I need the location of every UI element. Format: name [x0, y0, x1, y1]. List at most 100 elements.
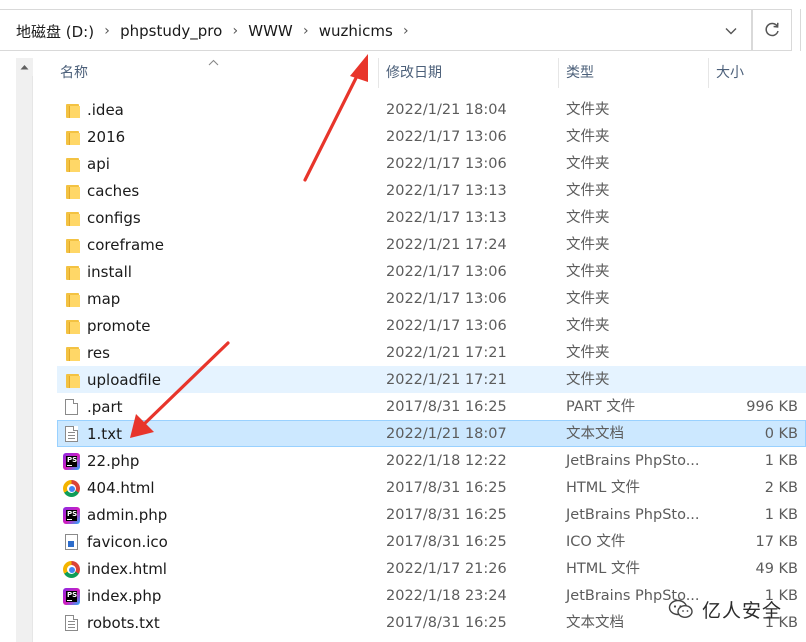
- file-row[interactable]: 2016 2022/1/17 13:06 文件夹: [57, 123, 806, 150]
- file-type: 文件夹: [566, 291, 610, 307]
- file-type: 文件夹: [566, 156, 610, 172]
- folder-icon: [63, 237, 81, 253]
- folder-icon: [63, 210, 81, 226]
- file-size: 996 KB: [746, 399, 798, 415]
- file-type: HTML 文件: [566, 561, 640, 577]
- chevron-right-icon[interactable]: ›: [293, 23, 319, 39]
- vertical-scrollbar[interactable]: [16, 58, 33, 642]
- folder-icon: [63, 345, 81, 361]
- file-modified-date: 2022/1/18 23:24: [386, 588, 507, 604]
- file-row[interactable]: favicon.ico 2017/8/31 16:25 ICO 文件 17 KB: [57, 528, 806, 555]
- chevron-right-icon[interactable]: ›: [393, 23, 419, 39]
- column-divider[interactable]: [378, 58, 379, 88]
- file-name: admin.php: [87, 506, 168, 524]
- file-type: 文件夹: [566, 183, 610, 199]
- breadcrumb-wuzhicms[interactable]: wuzhicms: [319, 22, 393, 40]
- file-size: 49 KB: [755, 561, 798, 577]
- file-row[interactable]: api 2022/1/17 13:06 文件夹: [57, 150, 806, 177]
- folder-icon: [63, 372, 81, 388]
- file-name: favicon.ico: [87, 533, 168, 551]
- file-row[interactable]: configs 2022/1/17 13:13 文件夹: [57, 204, 806, 231]
- file-type: JetBrains PhpSto...: [566, 507, 700, 523]
- chevron-down-icon[interactable]: [721, 10, 741, 52]
- search-box-edge[interactable]: [800, 9, 806, 51]
- file-row[interactable]: install 2022/1/17 13:06 文件夹: [57, 258, 806, 285]
- file-row[interactable]: .part 2017/8/31 16:25 PART 文件 996 KB: [57, 393, 806, 420]
- breadcrumb-www[interactable]: WWW: [248, 22, 293, 40]
- refresh-button[interactable]: [752, 9, 792, 51]
- file-modified-date: 2017/8/31 16:25: [386, 399, 507, 415]
- file-modified-date: 2022/1/17 13:06: [386, 264, 507, 280]
- file-name: 1.txt: [87, 425, 122, 443]
- file-modified-date: 2022/1/21 18:04: [386, 102, 507, 118]
- file-modified-date: 2017/8/31 16:25: [386, 534, 507, 550]
- file-name: install: [87, 263, 132, 281]
- file-type: 文本文档: [566, 615, 624, 631]
- file-row[interactable]: 1.txt 2022/1/21 18:07 文本文档 0 KB: [57, 420, 806, 447]
- file-type: ICO 文件: [566, 534, 626, 550]
- file-type: 文件夹: [566, 318, 610, 334]
- file-row[interactable]: map 2022/1/17 13:06 文件夹: [57, 285, 806, 312]
- watermark-text: 亿人安全: [702, 599, 783, 622]
- file-name: res: [87, 344, 110, 362]
- file-modified-date: 2022/1/21 17:21: [386, 345, 507, 361]
- file-type: JetBrains PhpSto...: [566, 453, 700, 469]
- file-row[interactable]: .idea 2022/1/21 18:04 文件夹: [57, 96, 806, 123]
- file-row[interactable]: coreframe 2022/1/21 17:24 文件夹: [57, 231, 806, 258]
- file-name: .idea: [87, 101, 124, 119]
- column-name-header[interactable]: 名称: [60, 58, 88, 88]
- file-row[interactable]: caches 2022/1/17 13:13 文件夹: [57, 177, 806, 204]
- phpstorm-icon: PS: [63, 588, 81, 605]
- wechat-icon: [668, 599, 693, 619]
- file-explorer-window: 地磁盘 (D:) › phpstudy_pro › WWW › wuzhicms…: [0, 0, 806, 642]
- column-type-header[interactable]: 类型: [566, 58, 594, 88]
- file-type: 文件夹: [566, 345, 610, 361]
- file-modified-date: 2017/8/31 16:25: [386, 615, 507, 631]
- address-bar[interactable]: 地磁盘 (D:) › phpstudy_pro › WWW › wuzhicms…: [0, 9, 752, 51]
- column-divider[interactable]: [558, 58, 559, 88]
- chevron-right-icon[interactable]: ›: [94, 23, 120, 39]
- file-type: 文本文档: [566, 426, 624, 442]
- file-size: 0 KB: [764, 426, 798, 442]
- breadcrumb-phpstudy[interactable]: phpstudy_pro: [120, 22, 222, 40]
- chevron-right-icon[interactable]: ›: [222, 23, 248, 39]
- text-file-icon: [63, 426, 81, 442]
- breadcrumb: 地磁盘 (D:) › phpstudy_pro › WWW › wuzhicms…: [16, 10, 419, 52]
- file-name: 2016: [87, 128, 126, 146]
- file-type: 文件夹: [566, 237, 610, 253]
- blank-file-icon: [63, 399, 81, 415]
- file-name: coreframe: [87, 236, 164, 254]
- file-name: index.php: [87, 587, 162, 605]
- file-row[interactable]: PS admin.php 2017/8/31 16:25 JetBrains PhpS…: [57, 501, 806, 528]
- file-name: 22.php: [87, 452, 140, 470]
- scrollbar-thumb[interactable]: [17, 76, 33, 642]
- file-type: 文件夹: [566, 102, 610, 118]
- column-date-header[interactable]: 修改日期: [386, 58, 442, 88]
- file-name: robots.txt: [87, 614, 160, 632]
- chrome-icon: [63, 480, 81, 497]
- file-type: HTML 文件: [566, 480, 640, 496]
- folder-icon: [63, 318, 81, 334]
- file-row[interactable]: res 2022/1/21 17:21 文件夹: [57, 339, 806, 366]
- file-list: .idea 2022/1/21 18:04 文件夹 2016 2022/1/17 13:…: [57, 96, 806, 636]
- file-row[interactable]: PS 22.php 2022/1/18 12:22 JetBrains PhpSto.…: [57, 447, 806, 474]
- file-modified-date: 2022/1/21 17:21: [386, 372, 507, 388]
- file-row[interactable]: 404.html 2017/8/31 16:25 HTML 文件 2 KB: [57, 474, 806, 501]
- file-row[interactable]: uploadfile 2022/1/21 17:21 文件夹: [57, 366, 806, 393]
- file-modified-date: 2022/1/17 13:13: [386, 183, 507, 199]
- scroll-up-icon[interactable]: [16, 58, 33, 75]
- phpstorm-icon: PS: [63, 453, 81, 470]
- folder-icon: [63, 291, 81, 307]
- file-modified-date: 2022/1/21 18:07: [386, 426, 507, 442]
- column-divider[interactable]: [708, 58, 709, 88]
- sort-ascending-icon: [208, 56, 219, 69]
- file-modified-date: 2022/1/18 12:22: [386, 453, 507, 469]
- breadcrumb-drive[interactable]: 地磁盘 (D:): [16, 21, 94, 42]
- file-name: caches: [87, 182, 140, 200]
- file-row[interactable]: index.html 2022/1/17 21:26 HTML 文件 49 KB: [57, 555, 806, 582]
- file-row[interactable]: promote 2022/1/17 13:06 文件夹: [57, 312, 806, 339]
- file-type: 文件夹: [566, 372, 610, 388]
- file-type: 文件夹: [566, 210, 610, 226]
- file-name: map: [87, 290, 121, 308]
- column-size-header[interactable]: 大小: [716, 58, 744, 88]
